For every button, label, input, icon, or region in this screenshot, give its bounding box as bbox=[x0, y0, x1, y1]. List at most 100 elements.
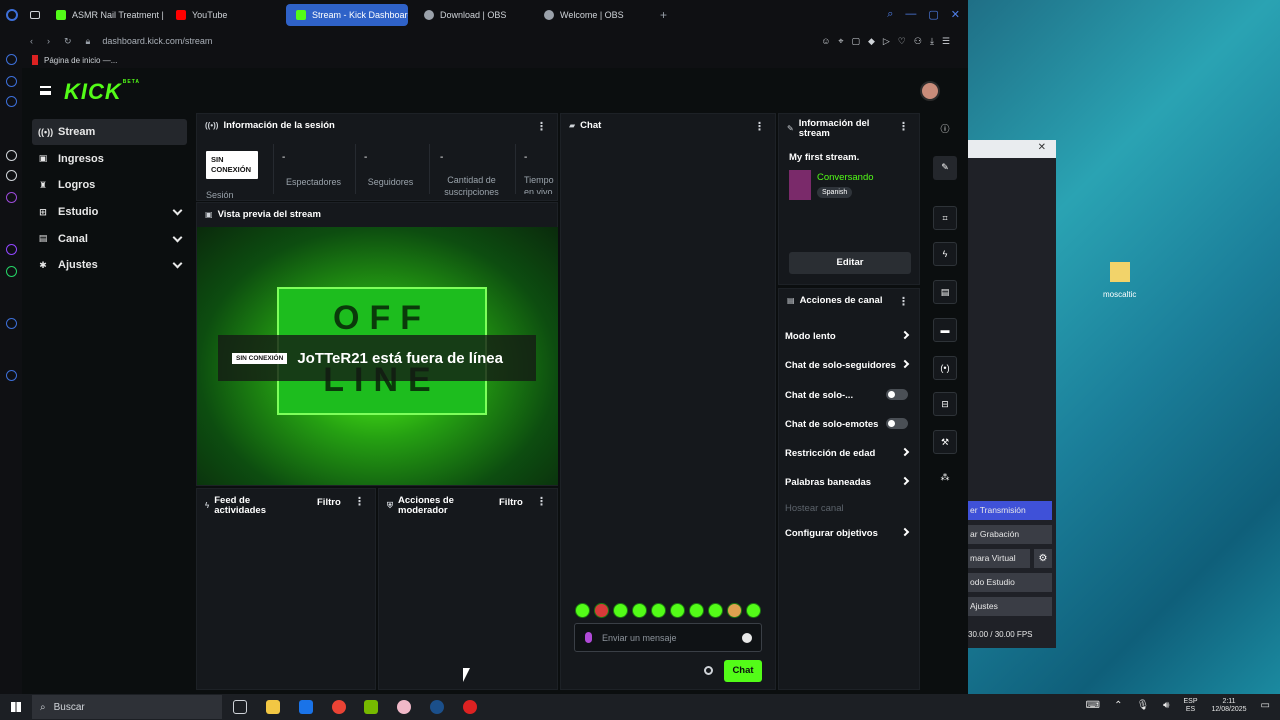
chrome-icon[interactable] bbox=[332, 700, 346, 714]
chat-bubble-icon[interactable]: ▬ bbox=[933, 318, 957, 342]
stream-category[interactable]: Conversando bbox=[817, 172, 874, 183]
chevron-up-icon[interactable]: ⌃ bbox=[1114, 701, 1122, 711]
nvidia-icon[interactable] bbox=[364, 700, 378, 714]
tab-manager-icon[interactable] bbox=[30, 11, 40, 19]
broadcast-icon[interactable]: (•) bbox=[933, 356, 957, 380]
screenshot-icon[interactable]: ⌗ bbox=[933, 206, 957, 230]
toggle-switch[interactable] bbox=[886, 418, 908, 429]
tab-welcome-obs[interactable]: Welcome | OBS bbox=[534, 4, 654, 26]
chat-settings-icon[interactable] bbox=[704, 666, 713, 675]
more-options-icon[interactable]: ⋮ bbox=[536, 495, 547, 508]
taskbar-search[interactable]: ⌕ Buscar bbox=[32, 695, 222, 719]
layout-icon[interactable]: ⊟ bbox=[933, 392, 957, 416]
nav-item-estudio[interactable]: ⊞ Estudio bbox=[32, 199, 187, 225]
task-view-icon[interactable] bbox=[233, 700, 247, 714]
sidebar-app-icon[interactable] bbox=[6, 150, 17, 161]
mic-icon[interactable] bbox=[585, 632, 592, 643]
sidebar-app-icon[interactable] bbox=[6, 370, 17, 381]
back-icon[interactable]: ‹ bbox=[30, 36, 33, 47]
clock[interactable]: 2:11 12/08/2025 bbox=[1212, 698, 1247, 714]
kick-logo[interactable]: KICKBETA bbox=[64, 79, 140, 105]
obs-virtual-camera-button[interactable]: mara Virtual bbox=[968, 549, 1030, 568]
action-modo-lento[interactable]: Modo lento bbox=[785, 330, 913, 342]
obs-studio-mode-button[interactable]: odo Estudio bbox=[968, 573, 1052, 592]
emote-icon[interactable] bbox=[575, 603, 590, 618]
sidebar-app-icon[interactable] bbox=[6, 76, 17, 87]
action-palabras-baneadas[interactable]: Palabras baneadas bbox=[785, 476, 913, 488]
nav-item-canal[interactable]: ▤ Canal bbox=[32, 226, 187, 252]
emote-icon[interactable] bbox=[651, 603, 666, 618]
sidebar-app-icon[interactable] bbox=[6, 170, 17, 181]
more-options-icon[interactable]: ⋮ bbox=[898, 295, 909, 308]
emote-icon[interactable] bbox=[594, 603, 609, 618]
action-solo-emotes[interactable]: Chat de solo-emotes bbox=[785, 418, 913, 430]
bolt-icon[interactable]: ϟ bbox=[933, 242, 957, 266]
action-restriccion-edad[interactable]: Restricción de edad bbox=[785, 447, 913, 459]
tab-asmr[interactable]: ASMR Nail Treatment | N bbox=[46, 4, 166, 26]
file-explorer-icon[interactable] bbox=[266, 700, 280, 714]
menu-icon[interactable] bbox=[40, 86, 51, 95]
toolbar-icons[interactable]: ☺⌖▢◆▷♡⚇⤓☰ bbox=[821, 36, 958, 47]
emote-icon[interactable] bbox=[632, 603, 647, 618]
edit-icon[interactable]: ✎ bbox=[933, 156, 957, 180]
nav-item-ajustes[interactable]: ✱ Ajustes bbox=[32, 252, 187, 278]
obs-icon[interactable] bbox=[463, 700, 477, 714]
chat-message-input[interactable]: Enviar un mensaje bbox=[574, 623, 762, 652]
app-icon[interactable] bbox=[397, 700, 411, 714]
emote-icon[interactable] bbox=[613, 603, 628, 618]
stream-preview[interactable]: OFF LINE SIN CONEXIÓN JoTTeR21 está fuer… bbox=[197, 227, 558, 485]
sidebar-app-icon[interactable] bbox=[6, 318, 17, 329]
connections-icon[interactable]: ⁂ bbox=[933, 466, 957, 490]
obs-start-recording-button[interactable]: ar Grabación bbox=[968, 525, 1052, 544]
sidebar-app-icon[interactable] bbox=[6, 54, 17, 65]
tab-youtube[interactable]: YouTube bbox=[166, 4, 286, 26]
keyboard-icon[interactable]: ⌨ bbox=[1086, 701, 1100, 711]
close-icon[interactable]: ✕ bbox=[951, 8, 960, 21]
nav-item-stream[interactable]: ((•)) Stream bbox=[32, 119, 187, 145]
sidebar-app-icon[interactable] bbox=[6, 96, 17, 107]
action-solo-seguidores[interactable]: Chat de solo-seguidores bbox=[785, 359, 913, 371]
tab-kick-dashboard[interactable]: Stream - Kick Dashboard bbox=[286, 4, 408, 26]
sidebar-app-icon[interactable] bbox=[6, 192, 17, 203]
action-configurar-objetivos[interactable]: Configurar objetivos bbox=[785, 527, 913, 539]
speaker-icon[interactable]: 🔊︎ bbox=[1163, 701, 1169, 711]
notifications-icon[interactable]: ▭ bbox=[1261, 701, 1270, 711]
filter-button[interactable]: Filtro bbox=[317, 497, 341, 508]
avatar[interactable] bbox=[920, 81, 940, 101]
url-text[interactable]: dashboard.kick.com/stream bbox=[102, 36, 212, 46]
gear-icon[interactable]: ⚙ bbox=[1034, 549, 1052, 568]
emote-icon[interactable] bbox=[708, 603, 723, 618]
emote-icon[interactable] bbox=[689, 603, 704, 618]
emote-icon[interactable] bbox=[670, 603, 685, 618]
document-icon[interactable]: ▤ bbox=[933, 280, 957, 304]
bookmark-home[interactable]: Página de inicio —... bbox=[44, 56, 117, 65]
windows-start-icon[interactable] bbox=[11, 702, 21, 712]
language-indicator[interactable]: ESP ES bbox=[1183, 698, 1197, 714]
more-options-icon[interactable]: ⋮ bbox=[754, 120, 765, 133]
more-options-icon[interactable]: ⋮ bbox=[898, 120, 909, 133]
folder-icon[interactable] bbox=[1110, 262, 1130, 282]
tab-download-obs[interactable]: Download | OBS bbox=[414, 4, 534, 26]
obs-settings-button[interactable]: Ajustes bbox=[968, 597, 1052, 616]
reload-icon[interactable]: ↻ bbox=[64, 36, 72, 47]
more-options-icon[interactable]: ⋮ bbox=[536, 120, 547, 133]
new-tab-icon[interactable]: + bbox=[660, 8, 667, 22]
nav-item-logros[interactable]: ♜ Logros bbox=[32, 172, 187, 198]
emote-icon[interactable] bbox=[746, 603, 761, 618]
filter-button[interactable]: Filtro bbox=[499, 497, 523, 508]
mic-icon[interactable]: 🎙︎ bbox=[1136, 701, 1149, 711]
obs-start-stream-button[interactable]: er Transmisión bbox=[968, 501, 1052, 520]
minimize-icon[interactable]: — bbox=[905, 8, 916, 21]
edit-button[interactable]: Editar bbox=[789, 252, 911, 274]
send-chat-button[interactable]: Chat bbox=[724, 660, 762, 682]
toggle-switch[interactable] bbox=[886, 389, 908, 400]
sidebar-twitch-icon[interactable] bbox=[6, 244, 17, 255]
maximize-icon[interactable]: ▢ bbox=[928, 8, 938, 21]
search-icon[interactable]: ⌕ bbox=[887, 8, 893, 21]
action-solo-subs[interactable]: Chat de solo-... bbox=[785, 389, 913, 401]
outlook-icon[interactable] bbox=[299, 700, 313, 714]
info-icon[interactable]: ⓘ bbox=[933, 118, 957, 142]
sidebar-whatsapp-icon[interactable] bbox=[6, 266, 17, 277]
more-options-icon[interactable]: ⋮ bbox=[354, 495, 365, 508]
emoji-icon[interactable] bbox=[742, 633, 752, 643]
